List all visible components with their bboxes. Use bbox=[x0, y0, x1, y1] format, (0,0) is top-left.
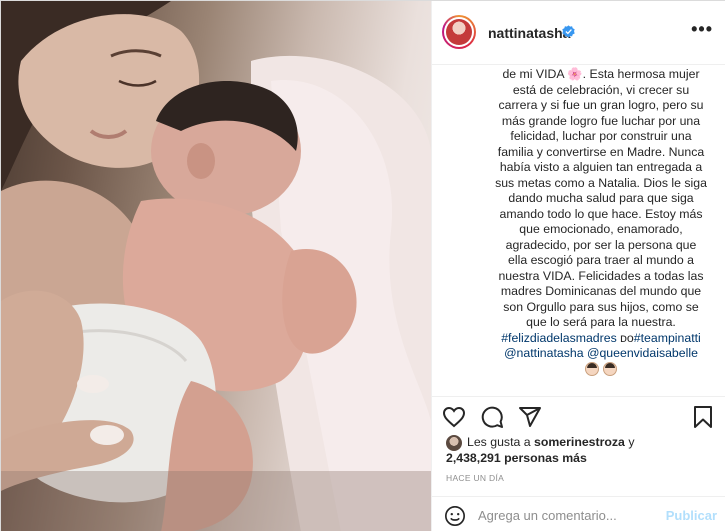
caption-line: agradecido, por ser la persona que bbox=[505, 237, 697, 252]
heart-icon bbox=[442, 406, 466, 428]
author-username[interactable]: nattinatasha bbox=[488, 25, 570, 41]
comment-button[interactable] bbox=[478, 403, 506, 431]
caption-line: sus metas como a Natalia. Dios le siga bbox=[495, 175, 707, 190]
liker-username[interactable]: somerinestroza bbox=[534, 435, 625, 449]
hashtags-line: #felizdiadelasmadres ᴅᴏ#teampinatti bbox=[501, 330, 701, 345]
caption-line: que emocionado, enamorado, bbox=[519, 222, 683, 236]
caption-line: dando mucha salud para que siga bbox=[508, 191, 694, 205]
hashtag-link[interactable]: #felizdiadelasmadres bbox=[501, 331, 617, 345]
caption-line: de mi VIDA 🌸. Esta hermosa mujer bbox=[502, 67, 700, 81]
caption-line: ella escogió para traer al mundo a bbox=[508, 253, 694, 267]
likes-count[interactable]: 2,438,291 personas más bbox=[446, 450, 587, 466]
caption-line: más grande logro fue luchar por una bbox=[501, 113, 701, 128]
emoji-line bbox=[488, 361, 714, 379]
caption-line: felicidad, luchar por construir una bbox=[510, 129, 692, 143]
comment-icon bbox=[481, 406, 503, 428]
photo-illustration bbox=[1, 1, 431, 531]
caption-line: había visto a alguien tan entregada a bbox=[499, 160, 703, 174]
post-caption: de mi VIDA 🌸. Esta hermosa mujer está de… bbox=[488, 67, 714, 378]
likes-summary: Les gusta a somerinestroza y 2,438,291 p… bbox=[446, 435, 635, 466]
author-avatar[interactable] bbox=[442, 15, 476, 49]
bookmark-icon bbox=[694, 406, 712, 428]
comment-input[interactable] bbox=[478, 503, 658, 527]
caption-line: madres Dominicanas del mundo que bbox=[500, 284, 702, 298]
emoji-icon[interactable] bbox=[444, 505, 466, 527]
caption-line: está de celebración, vi crecer su bbox=[512, 82, 690, 97]
liker-avatar[interactable] bbox=[446, 435, 462, 451]
instagram-post: nattinatasha ••• de mi VIDA 🌸. Esta herm… bbox=[0, 0, 725, 531]
add-comment-bar: Publicar bbox=[432, 496, 725, 531]
share-icon bbox=[519, 407, 541, 427]
mentions-line[interactable]: @nattinatasha @queenvidaisabelle bbox=[488, 346, 714, 362]
hashtag-link[interactable]: #teampinatti bbox=[634, 331, 701, 345]
post-photo[interactable] bbox=[1, 1, 431, 531]
more-options-button[interactable]: ••• bbox=[691, 19, 713, 40]
share-button[interactable] bbox=[516, 403, 544, 431]
woman-emoji-icon bbox=[585, 361, 599, 376]
post-actions bbox=[432, 396, 725, 436]
verified-badge-icon bbox=[562, 25, 575, 38]
caption-line: carrera y si fue un gran logro, pero su bbox=[498, 98, 704, 112]
caption-line: que lo será para la nuestra. bbox=[526, 315, 676, 329]
caption-line: son Orgullo para sus hijos, como se bbox=[503, 299, 699, 314]
caption-line: familia y convertirse en Madre. Nunca bbox=[497, 144, 705, 159]
save-button[interactable] bbox=[689, 403, 717, 431]
post-header: nattinatasha ••• bbox=[432, 1, 725, 65]
woman-emoji-icon bbox=[603, 361, 617, 376]
like-button[interactable] bbox=[440, 403, 468, 431]
caption-line: nuestra VIDA. Felicidades a todas las bbox=[498, 268, 704, 283]
caption-line: amando todo lo que hace. Estoy más bbox=[499, 206, 703, 221]
publish-button[interactable]: Publicar bbox=[666, 508, 717, 523]
caption-area: de mi VIDA 🌸. Esta hermosa mujer está de… bbox=[432, 65, 725, 396]
post-side-panel: nattinatasha ••• de mi VIDA 🌸. Esta herm… bbox=[431, 1, 725, 531]
post-timestamp[interactable]: HACE UN DÍA bbox=[446, 473, 504, 483]
